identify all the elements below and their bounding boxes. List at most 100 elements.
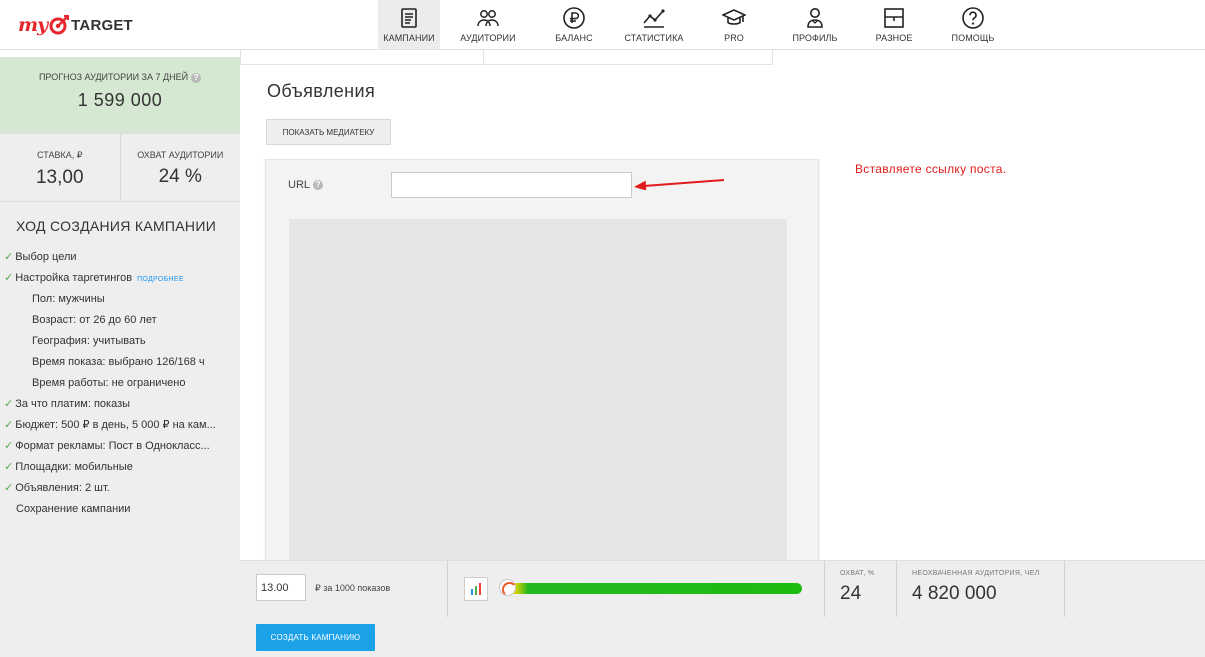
- step-label: Пол: мужчины: [32, 293, 105, 305]
- step-label: География: учитывать: [32, 335, 146, 347]
- nav-label: СТАТИСТИКА: [624, 33, 684, 43]
- step-label: Площадки: мобильные: [15, 461, 133, 473]
- main-nav: КАМПАНИИ АУДИТОРИИ БАЛАНС СТАТИСТИКА PRO…: [378, 0, 1016, 49]
- step-label: Время показа: выбрано 126/168 ч: [32, 356, 205, 368]
- logo-text: TARGET: [71, 16, 133, 34]
- step-label: Выбор цели: [15, 251, 77, 263]
- bid-label: СТАВКА, ₽: [37, 150, 83, 160]
- annotation-note: Вставляете ссылку поста.: [855, 162, 1007, 176]
- step-save: Сохранение кампании: [0, 499, 228, 520]
- logo-prefix: my: [18, 14, 48, 36]
- nav-label: АУДИТОРИИ: [460, 33, 516, 43]
- step-ads[interactable]: ✓ Объявления: 2 шт.: [0, 478, 228, 499]
- mytarget-logo[interactable]: my TARGET: [18, 10, 133, 40]
- nav-item-statistics[interactable]: СТАТИСТИКА: [612, 0, 696, 49]
- nav-label: PRO: [724, 33, 744, 43]
- url-label: URL?: [288, 179, 324, 191]
- step-goal[interactable]: ✓ Выбор цели: [0, 247, 228, 268]
- campaign-sidebar: ПРОГНОЗ АУДИТОРИИ ЗА 7 ДНЕЙ? 1 599 000 С…: [0, 57, 240, 657]
- nav-item-audiences[interactable]: АУДИТОРИИ: [440, 0, 536, 49]
- chart-line-icon: [643, 9, 665, 28]
- nav-item-help[interactable]: ПОМОЩЬ: [930, 0, 1016, 49]
- progress-steps: ✓ Выбор цели ✓ Настройка таргетингов ПОДРОБ…: [0, 247, 240, 520]
- help-question-icon[interactable]: ?: [191, 72, 202, 83]
- step-format[interactable]: ✓ Формат рекламы: Пост в Однокласс...: [0, 436, 228, 457]
- reach-slider-track[interactable]: [502, 583, 802, 594]
- step-detail-duration: Время работы: не ограничено: [0, 373, 228, 394]
- step-detail-geo: География: учитывать: [0, 331, 228, 352]
- forecast-label: ПРОГНОЗ АУДИТОРИИ ЗА 7 ДНЕЙ: [38, 72, 189, 82]
- help-question-icon[interactable]: ?: [313, 180, 324, 191]
- reach-label: ОХВАТ АУДИТОРИИ: [137, 150, 224, 160]
- create-campaign-button[interactable]: СОЗДАТЬ КАМПАНИЮ: [256, 624, 375, 651]
- nav-item-balance[interactable]: БАЛАНС: [536, 0, 612, 49]
- step-label: Бюджет: 500 ₽ в день, 5 000 ₽ на кам...: [15, 419, 216, 431]
- nav-label: ПРОФИЛЬ: [792, 33, 838, 43]
- reach-slider-handle[interactable]: [499, 579, 517, 597]
- top-header: my TARGET КАМПАНИИ АУДИТОРИИ БАЛАНС СТАТ…: [0, 0, 1205, 50]
- logo-target-mark-icon: [48, 14, 70, 36]
- more-link[interactable]: ПОДРОБНЕЕ: [137, 276, 184, 283]
- forecast-value: 1 599 000: [77, 90, 163, 110]
- check-icon: ✓: [4, 398, 14, 410]
- nav-label: РАЗНОЕ: [875, 33, 913, 43]
- bottom-bar: ₽ за 1000 показов ОХВАТ, % 24 НЕОХВАЧЕНН…: [240, 560, 1205, 657]
- box-icon: [884, 8, 904, 28]
- ad-editor-panel: URL?: [265, 159, 819, 562]
- uncovered-audience-label: НЕОХВАЧЕННАЯ АУДИТОРИЯ, ЧЕЛ: [912, 570, 1040, 577]
- step-detail-gender: Пол: мужчины: [0, 289, 228, 310]
- step-label: За что платим: показы: [15, 398, 131, 410]
- check-icon: ✓: [4, 251, 14, 263]
- check-icon: ✓: [4, 272, 14, 284]
- step-label: Объявления: 2 шт.: [15, 482, 110, 494]
- nav-label: БАЛАНС: [555, 33, 593, 43]
- check-icon: ✓: [4, 461, 14, 473]
- nav-label: ПОМОЩЬ: [951, 33, 995, 43]
- sidebar-stats: СТАВКА, ₽ 13,00 ОХВАТ АУДИТОРИИ 24 %: [0, 133, 240, 202]
- annotation-arrow-icon: [634, 179, 725, 190]
- previous-section-stub: [240, 50, 773, 65]
- nav-item-pro[interactable]: PRO: [696, 0, 772, 49]
- reach-chart-button[interactable]: [464, 577, 488, 601]
- url-input[interactable]: [391, 172, 632, 198]
- nav-item-campaigns[interactable]: КАМПАНИИ: [378, 0, 440, 49]
- bid-input[interactable]: [256, 574, 306, 601]
- nav-item-profile[interactable]: ПРОФИЛЬ: [772, 0, 858, 49]
- check-icon: ✓: [4, 419, 14, 431]
- step-targeting[interactable]: ✓ Настройка таргетингов ПОДРОБНЕЕ: [0, 268, 228, 289]
- user-icon: [807, 8, 823, 28]
- graduation-cap-icon: [722, 9, 746, 25]
- ruble-icon: [563, 7, 585, 29]
- check-icon: ✓: [4, 482, 14, 494]
- step-label: Время работы: не ограничено: [32, 377, 186, 389]
- step-label: Сохранение кампании: [16, 503, 131, 515]
- uncovered-audience-value: 4 820 000: [912, 583, 997, 604]
- bid-unit-label: ₽ за 1000 показов: [315, 583, 391, 593]
- step-detail-age: Возраст: от 26 до 60 лет: [0, 310, 228, 331]
- show-media-library-button[interactable]: ПОКАЗАТЬ МЕДИАТЕКУ: [266, 119, 391, 145]
- step-label: Формат рекламы: Пост в Однокласс...: [15, 440, 210, 452]
- step-label: Настройка таргетингов: [15, 272, 133, 284]
- step-label: Возраст: от 26 до 60 лет: [32, 314, 157, 326]
- nav-item-misc[interactable]: РАЗНОЕ: [858, 0, 930, 49]
- users-icon: [477, 10, 499, 27]
- step-budget[interactable]: ✓ Бюджет: 500 ₽ в день, 5 000 ₽ на кам...: [0, 415, 228, 436]
- nav-label: КАМПАНИИ: [383, 33, 435, 43]
- question-icon: [962, 7, 984, 29]
- reach-value: 24 %: [158, 166, 202, 187]
- bid-stat: СТАВКА, ₽ 13,00: [0, 134, 120, 201]
- step-platforms[interactable]: ✓ Площадки: мобильные: [0, 457, 228, 478]
- bar-chart-icon: [471, 583, 481, 595]
- ad-preview-area: [289, 219, 787, 562]
- document-icon: [401, 8, 417, 28]
- step-detail-time: Время показа: выбрано 126/168 ч: [0, 352, 228, 373]
- reach-percent-value: 24: [840, 583, 862, 604]
- bid-value: 13,00: [35, 167, 84, 188]
- check-icon: ✓: [4, 440, 14, 452]
- step-payment[interactable]: ✓ За что платим: показы: [0, 394, 228, 415]
- reach-percent-label: ОХВАТ, %: [840, 570, 875, 577]
- progress-title: ХОД СОЗДАНИЯ КАМПАНИИ: [16, 218, 217, 234]
- reach-stat: ОХВАТ АУДИТОРИИ 24 %: [119, 134, 241, 201]
- audience-forecast: ПРОГНОЗ АУДИТОРИИ ЗА 7 ДНЕЙ? 1 599 000: [0, 57, 240, 133]
- ads-section-title: Объявления: [267, 81, 376, 101]
